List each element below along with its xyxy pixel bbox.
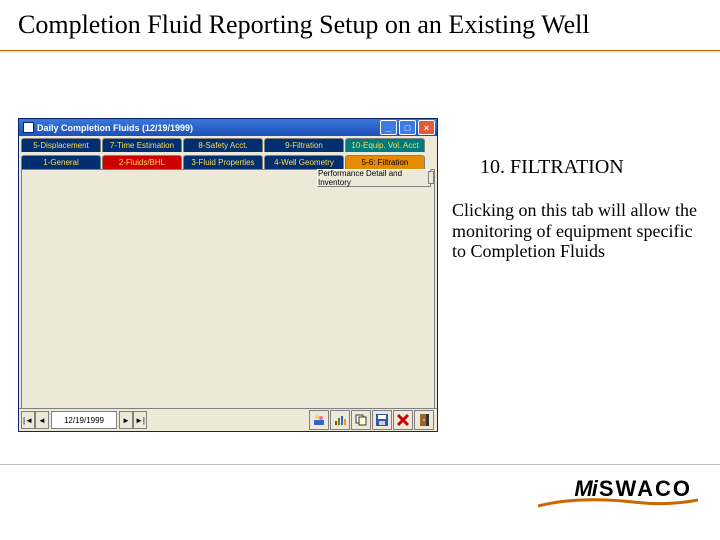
tab-row-1: 5-Displacement 7-Time Estimation 8-Safet… <box>19 136 437 153</box>
close-button[interactable]: × <box>418 120 435 135</box>
tab-5-6-filtration[interactable]: 5-6: Filtration <box>345 155 425 169</box>
close-door-icon[interactable] <box>414 410 434 430</box>
people-icon[interactable] <box>309 410 329 430</box>
nav-prev-button[interactable]: ◄ <box>35 411 49 429</box>
tab-safety-acct[interactable]: 8-Safety Acct. <box>183 138 263 152</box>
app-window: Daily Completion Fluids (12/19/1999) _ □… <box>18 118 438 432</box>
copy-icon[interactable] <box>351 410 371 430</box>
performance-detail-button[interactable]: Performance Detail and Inventory <box>317 169 431 187</box>
nav-last-button[interactable]: ►| <box>133 411 147 429</box>
app-icon <box>23 122 34 133</box>
slide-title: Completion Fluid Reporting Setup on an E… <box>18 10 590 40</box>
logo-swoosh-icon <box>538 498 698 508</box>
footer-divider <box>0 464 720 465</box>
bottom-toolbar: |◄ ◄ 12/19/1999 ► ►| <box>19 408 437 431</box>
tab-fluid-properties[interactable]: 3-Fluid Properties <box>183 155 263 169</box>
stack-scroll-arrow[interactable] <box>428 171 434 184</box>
tab-well-geometry[interactable]: 4-Well Geometry <box>264 155 344 169</box>
save-disk-icon[interactable] <box>372 410 392 430</box>
tab-time-estimation[interactable]: 7-Time Estimation <box>102 138 182 152</box>
nav-next-button[interactable]: ► <box>119 411 133 429</box>
tab-filtration[interactable]: 9-Filtration <box>264 138 344 152</box>
maximize-button[interactable]: □ <box>399 120 416 135</box>
nav-first-button[interactable]: |◄ <box>21 411 35 429</box>
title-divider <box>0 50 720 53</box>
work-area <box>21 169 435 409</box>
titlebar[interactable]: Daily Completion Fluids (12/19/1999) _ □… <box>19 119 437 136</box>
delete-icon[interactable] <box>393 410 413 430</box>
tab-row-2: 1-General 2-Fluids/BHL 3-Fluid Propertie… <box>19 153 437 170</box>
tab-fluids-bhl[interactable]: 2-Fluids/BHL <box>102 155 182 169</box>
tab-equip-vol-acct[interactable]: 10-Equip. Vol. Acct <box>345 138 425 152</box>
tab-general[interactable]: 1-General <box>21 155 101 169</box>
window-title: Daily Completion Fluids (12/19/1999) <box>37 123 380 133</box>
chart-icon[interactable] <box>330 410 350 430</box>
minimize-button[interactable]: _ <box>380 120 397 135</box>
tab-displacement[interactable]: 5-Displacement <box>21 138 101 152</box>
step-body: Clicking on this tab will allow the moni… <box>452 200 702 262</box>
toolbar-group <box>309 410 434 430</box>
step-heading: 10. FILTRATION <box>480 156 624 179</box>
record-navigator: |◄ ◄ 12/19/1999 ► ►| <box>21 411 147 429</box>
date-field[interactable]: 12/19/1999 <box>51 411 117 429</box>
